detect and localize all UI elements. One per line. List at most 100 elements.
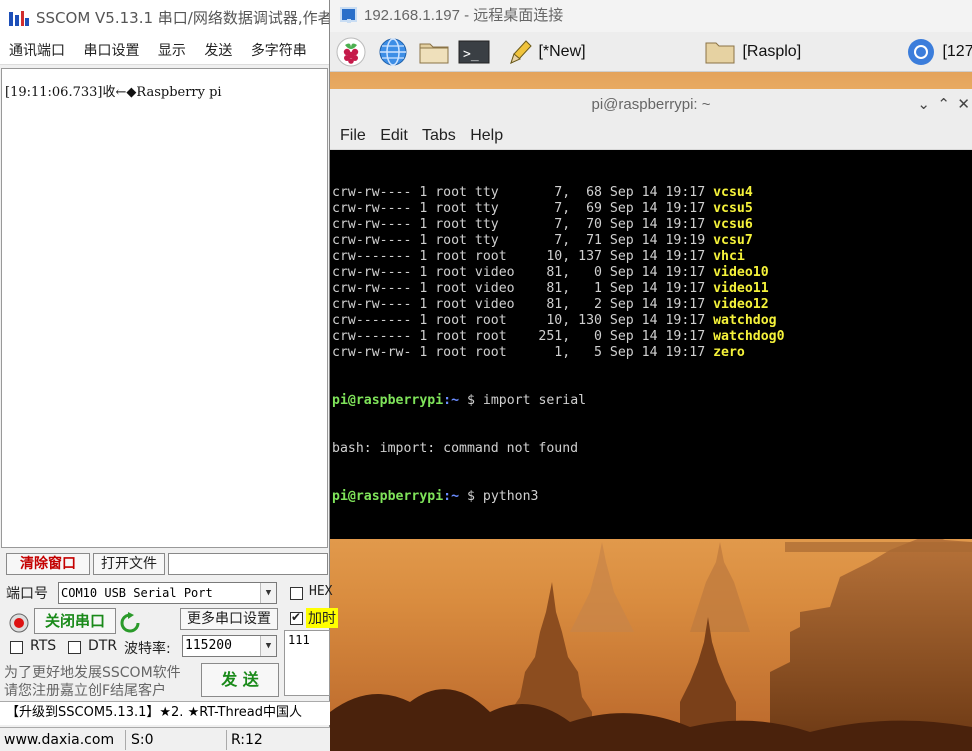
terminal-titlebar: pi@raspberrypi: ~ ⌄ ⌃ ✕ <box>330 89 972 121</box>
sscom-menubar: 通讯端口 串口设置 显示 发送 多字符串 <box>0 37 329 65</box>
file-name: zero <box>713 345 745 360</box>
close-icon[interactable]: ✕ <box>957 89 970 121</box>
refresh-icon[interactable] <box>120 612 140 634</box>
pencil-icon <box>510 40 532 64</box>
menu-edit[interactable]: Edit <box>380 127 408 144</box>
file-permissions: crw-rw---- 1 root tty 7, 68 Sep 14 19:17 <box>332 185 714 200</box>
taskbar-item-label: [*New] <box>538 43 586 60</box>
file-name: video11 <box>713 281 769 296</box>
file-permissions: crw-rw---- 1 root video 81, 0 Sep 14 19:… <box>332 265 714 280</box>
add-timestamp-checkbox[interactable] <box>290 610 303 625</box>
taskbar-item-label: [Rasplo] <box>742 43 802 60</box>
python-repl-line: Python 3.7.3 (default, Apr 3 2019, 05:39… <box>332 537 972 538</box>
folder-icon <box>705 42 735 64</box>
sscom-title: SSCOM V5.13.1 串口/网络数据调试器,作者 <box>36 9 329 27</box>
file-name: watchdog <box>713 313 777 328</box>
maximize-icon[interactable]: ⌃ <box>937 89 950 121</box>
hex-display-checkbox[interactable] <box>290 587 303 600</box>
rts-checkbox[interactable] <box>10 641 23 654</box>
taskbar-item-rasplo[interactable]: [Rasplo] <box>704 35 801 69</box>
file-listing-row: crw-rw---- 1 root tty 7, 70 Sep 14 19:17… <box>332 217 972 233</box>
more-settings-button[interactable]: 更多串口设置 <box>180 608 278 630</box>
send-text-value: 111 <box>288 633 310 647</box>
terminal-launcher-icon[interactable]: >_ <box>457 36 491 68</box>
port-select[interactable]: COM10 USB Serial Port ▼ <box>58 582 277 604</box>
file-permissions: crw------- 1 root root 10, 130 Sep 14 19… <box>332 313 714 328</box>
dtr-label: DTR <box>88 638 118 654</box>
taskbar-item-new[interactable]: [*New] <box>506 35 586 69</box>
lxterminal-window: pi@raspberrypi: ~ ⌄ ⌃ ✕ File Edit Tabs H… <box>330 89 972 539</box>
svg-text:>_: >_ <box>463 47 479 62</box>
menu-serial-settings[interactable]: 串口设置 <box>83 43 139 59</box>
terminal-menubar: File Edit Tabs Help <box>330 121 972 150</box>
received-line: [19:11:06.733]收←◆Raspberry pi <box>5 85 222 100</box>
file-permissions: crw-rw---- 1 root video 81, 1 Sep 14 19:… <box>332 281 714 296</box>
menu-help[interactable]: Help <box>470 127 503 144</box>
send-button[interactable]: 发 送 <box>201 663 279 697</box>
baud-label: 波特率: <box>124 641 171 657</box>
raspberry-pi-taskbar: >_ [*New] [Rasplo] [127. <box>330 32 972 72</box>
menu-multi-string[interactable]: 多字符串 <box>251 43 307 59</box>
file-name: video10 <box>713 265 769 280</box>
taskbar-item-label: [127. <box>942 43 972 60</box>
taskbar-item-chromium[interactable]: [127. <box>906 35 972 69</box>
chevron-down-icon: ▼ <box>260 636 276 656</box>
terminal-output[interactable]: crw-rw---- 1 root tty 7, 68 Sep 14 19:17… <box>330 150 972 538</box>
remote-desktop-window: 192.168.1.197 - 远程桌面连接 >_ [*New] [Rasplo… <box>330 0 972 751</box>
baud-select[interactable]: 115200 ▼ <box>182 635 277 657</box>
terminal-line: pi@raspberrypi:~ $ import serial <box>332 393 587 408</box>
chromium-icon <box>908 38 934 65</box>
file-permissions: crw------- 1 root root 10, 137 Sep 14 19… <box>332 249 714 264</box>
file-permissions: crw-rw---- 1 root tty 7, 70 Sep 14 19:17 <box>332 217 714 232</box>
remote-desktop-titlebar: 192.168.1.197 - 远程桌面连接 <box>330 0 972 32</box>
close-port-button[interactable]: 关闭串口 <box>34 608 116 634</box>
file-name: watchdog0 <box>713 329 785 344</box>
port-label: 端口号 <box>6 586 48 602</box>
clear-window-button[interactable]: 清除窗口 <box>6 553 90 575</box>
status-website-link[interactable]: www.daxia.com <box>4 728 114 751</box>
file-permissions: crw-rw-rw- 1 root root 1, 5 Sep 14 19:17 <box>332 345 714 360</box>
menu-send[interactable]: 发送 <box>204 43 232 59</box>
file-listing-row: crw-rw---- 1 root video 81, 1 Sep 14 19:… <box>332 281 972 297</box>
menu-tabs[interactable]: Tabs <box>422 127 456 144</box>
menu-display[interactable]: 显示 <box>158 43 186 59</box>
send-text-input[interactable]: 111 <box>284 630 330 696</box>
status-sent-count: S:0 <box>131 732 154 748</box>
promo-text-line2: 请您注册嘉立创F结尾客户 <box>4 683 167 699</box>
rts-label: RTS <box>30 638 57 654</box>
file-permissions: crw-rw---- 1 root tty 7, 69 Sep 14 19:17 <box>332 201 714 216</box>
file-listing-row: crw------- 1 root root 10, 137 Sep 14 19… <box>332 249 972 265</box>
receive-area[interactable]: [19:11:06.733]收←◆Raspberry pi <box>1 68 328 548</box>
remote-desktop-title: 192.168.1.197 - 远程桌面连接 <box>364 7 564 24</box>
file-listing-row: crw-rw-rw- 1 root root 1, 5 Sep 14 19:17… <box>332 345 972 361</box>
file-manager-icon[interactable] <box>417 36 451 68</box>
file-listing-row: crw-rw---- 1 root tty 7, 69 Sep 14 19:17… <box>332 201 972 217</box>
file-permissions: crw-rw---- 1 root tty 7, 71 Sep 14 19:19 <box>332 233 714 248</box>
file-name: vcsu4 <box>713 185 753 200</box>
chevron-down-icon: ▼ <box>260 583 276 603</box>
news-ticker[interactable]: 【升级到SSCOM5.13.1】★2. ★RT-Thread中国人 <box>0 701 330 725</box>
hex-display-label: HEX <box>309 584 333 599</box>
menu-file[interactable]: File <box>340 127 366 144</box>
file-name: vcsu7 <box>713 233 753 248</box>
terminal-line: bash: import: command not found <box>332 441 579 456</box>
status-bar: www.daxia.com S:0 R:12 <box>0 727 330 751</box>
file-name: vcsu5 <box>713 201 753 216</box>
dtr-checkbox[interactable] <box>68 641 81 654</box>
menu-port[interactable]: 通讯端口 <box>9 43 65 59</box>
file-listing-row: crw------- 1 root root 251, 0 Sep 14 19:… <box>332 329 972 345</box>
file-permissions: crw------- 1 root root 251, 0 Sep 14 19:… <box>332 329 714 344</box>
minimize-icon[interactable]: ⌄ <box>917 89 930 121</box>
sscom-titlebar: SSCOM V5.13.1 串口/网络数据调试器,作者 <box>0 0 329 37</box>
open-file-button[interactable]: 打开文件 <box>93 553 165 575</box>
file-path-input[interactable] <box>168 553 328 575</box>
file-listing-row: crw------- 1 root root 10, 130 Sep 14 19… <box>332 313 972 329</box>
promo-text-line1: 为了更好地发展SSCOM软件 <box>4 665 181 681</box>
port-status-icon <box>9 613 29 633</box>
remote-desktop-icon <box>340 7 357 23</box>
status-separator <box>125 730 126 750</box>
file-listing-row: crw-rw---- 1 root video 81, 0 Sep 14 19:… <box>332 265 972 281</box>
web-browser-icon[interactable] <box>376 36 410 68</box>
port-select-value: COM10 USB Serial Port <box>61 586 213 600</box>
raspberry-menu-icon[interactable] <box>334 36 368 68</box>
